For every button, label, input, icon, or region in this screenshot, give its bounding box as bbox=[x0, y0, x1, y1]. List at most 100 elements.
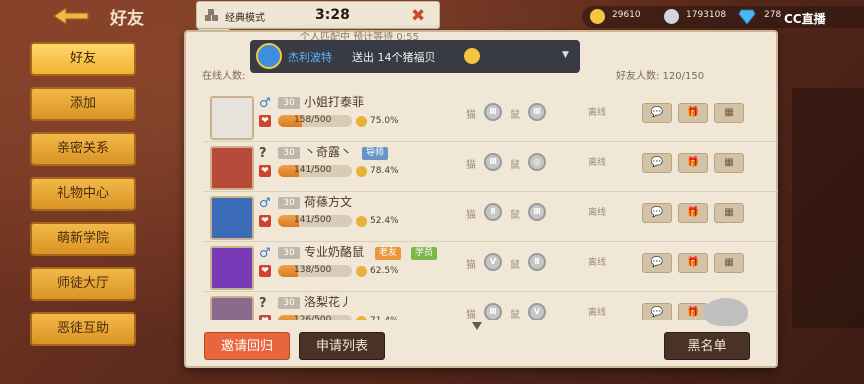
win-rate: 62.5% bbox=[370, 266, 399, 276]
silver-amount: 1793108 bbox=[686, 10, 727, 20]
notice-expand-icon[interactable]: ▼ bbox=[562, 50, 569, 60]
cat-rank-icon: Ⅲ bbox=[484, 153, 502, 171]
nav-item-0[interactable]: 好友 bbox=[30, 42, 136, 76]
win-rate: 52.4% bbox=[370, 216, 399, 226]
cat-rank-icon: Ⅱ bbox=[484, 203, 502, 221]
cancel-match-icon[interactable]: ✖ bbox=[411, 6, 425, 26]
win-rate-icon bbox=[356, 166, 367, 177]
level-badge: 30 bbox=[278, 247, 300, 259]
gender-icon: ? bbox=[259, 146, 267, 161]
mouse-rank-icon: Ⅲ bbox=[528, 103, 546, 121]
friend-name: 专业奶酪鼠 bbox=[304, 245, 365, 259]
level-badge: 30 bbox=[278, 197, 300, 209]
win-rate-icon bbox=[356, 116, 367, 127]
friend-avatar[interactable] bbox=[210, 146, 254, 190]
mouse-rank-icon: Ⅴ bbox=[528, 303, 546, 320]
back-arrow-icon[interactable] bbox=[52, 6, 92, 26]
background-decoration bbox=[792, 88, 864, 328]
win-rate: 71.4% bbox=[370, 316, 399, 320]
mouse-label: 鼠 bbox=[510, 160, 520, 171]
intimacy-icon: ❤ bbox=[259, 165, 271, 177]
match-mode-box: 经典模式 3:28 ✖ bbox=[196, 1, 440, 29]
chat-icon[interactable]: 💬 bbox=[642, 303, 672, 320]
mode-label: 经典模式 bbox=[225, 13, 265, 24]
mouse-rank-icon: Ⅱ bbox=[528, 253, 546, 271]
invite-team-icon[interactable]: ▦ bbox=[714, 103, 744, 123]
cat-label: 猫 bbox=[466, 310, 476, 320]
exp-text: 141/500 bbox=[294, 165, 332, 175]
friend-row[interactable]: ♂ 30 小姐打泰菲 ❤ 158/500 75.0% 猫 Ⅲ 鼠 Ⅲ 离线 💬 … bbox=[204, 92, 778, 142]
intimacy-icon: ❤ bbox=[259, 115, 271, 127]
gift-button-icon[interactable]: 🎁 bbox=[678, 103, 708, 123]
friend-avatar[interactable] bbox=[210, 296, 254, 320]
friend-list: ♂ 30 小姐打泰菲 ❤ 158/500 75.0% 猫 Ⅲ 鼠 Ⅲ 离线 💬 … bbox=[204, 92, 778, 320]
gift-notice-banner[interactable]: 杰利波特 送出 14个猪福贝 ▼ bbox=[250, 40, 580, 73]
mouse-label: 鼠 bbox=[510, 110, 520, 121]
gift-button-icon[interactable]: 🎁 bbox=[678, 253, 708, 273]
diamond-amount: 278 bbox=[764, 10, 782, 20]
match-timer: 3:28 bbox=[315, 7, 350, 23]
friend-row[interactable]: ? 30 洛梨花丿 ❤ 126/500 71.4% 猫 Ⅲ 鼠 Ⅴ 离线 💬 🎁… bbox=[204, 292, 778, 320]
gender-icon: ♂ bbox=[259, 196, 271, 211]
chat-icon[interactable]: 💬 bbox=[642, 253, 672, 273]
silver-coin-icon bbox=[664, 9, 679, 24]
gift-button-icon[interactable]: 🎁 bbox=[678, 153, 708, 173]
gender-icon: ♂ bbox=[259, 246, 271, 261]
notice-sender: 杰利波特 bbox=[288, 51, 332, 64]
invite-return-button[interactable]: 邀请回归 bbox=[204, 332, 290, 360]
mouse-label: 鼠 bbox=[510, 260, 520, 271]
nav-item-4[interactable]: 萌新学院 bbox=[30, 222, 136, 256]
notice-avatar-icon bbox=[256, 43, 282, 69]
invite-team-icon[interactable]: ▦ bbox=[714, 203, 744, 223]
chat-icon[interactable]: 💬 bbox=[642, 153, 672, 173]
nav-item-3[interactable]: 礼物中心 bbox=[30, 177, 136, 211]
cat-rank-icon: Ⅴ bbox=[484, 253, 502, 271]
friend-name: 丶奇露丶 bbox=[304, 145, 353, 159]
mouse-label: 鼠 bbox=[510, 310, 520, 320]
friend-name: 洛梨花丿 bbox=[304, 295, 353, 309]
nav-item-2[interactable]: 亲密关系 bbox=[30, 132, 136, 166]
scroll-down-icon[interactable] bbox=[472, 322, 482, 330]
invite-team-icon[interactable]: ▦ bbox=[714, 253, 744, 273]
gold-amount: 29610 bbox=[612, 10, 641, 20]
chat-icon[interactable]: 💬 bbox=[642, 203, 672, 223]
gift-button-icon[interactable]: 🎁 bbox=[678, 203, 708, 223]
chat-icon[interactable]: 💬 bbox=[642, 103, 672, 123]
online-status: 离线 bbox=[588, 208, 607, 218]
apply-list-button[interactable]: 申请列表 bbox=[299, 332, 385, 360]
friend-avatar[interactable] bbox=[210, 196, 254, 240]
level-badge: 30 bbox=[278, 147, 300, 159]
gender-icon: ♂ bbox=[259, 96, 271, 111]
online-status: 离线 bbox=[588, 258, 607, 268]
friend-avatar[interactable] bbox=[210, 246, 254, 290]
exp-text: 158/500 bbox=[294, 115, 332, 125]
invite-team-icon[interactable]: ▦ bbox=[714, 153, 744, 173]
mode-icon bbox=[205, 9, 218, 21]
cat-rank-icon: Ⅲ bbox=[484, 103, 502, 121]
mouse-mascot bbox=[704, 298, 748, 326]
nav-item-5[interactable]: 师徒大厅 bbox=[30, 267, 136, 301]
blacklist-button[interactable]: 黑名单 bbox=[664, 332, 750, 360]
cat-label: 猫 bbox=[466, 210, 476, 221]
friend-row[interactable]: ♂ 30 荷蓧方文 ❤ 141/500 52.4% 猫 Ⅱ 鼠 Ⅲ 离线 💬 🎁… bbox=[204, 192, 778, 242]
friend-tag: 学员 bbox=[411, 247, 438, 260]
friend-avatar[interactable] bbox=[210, 96, 254, 140]
notice-message: 送出 14个猪福贝 bbox=[352, 51, 436, 64]
intimacy-icon: ❤ bbox=[259, 265, 271, 277]
page-title: 好友 bbox=[110, 9, 144, 29]
gold-coin-icon bbox=[590, 9, 605, 24]
exp-text: 141/500 bbox=[294, 215, 332, 225]
nav-item-6[interactable]: 恶徒互助 bbox=[30, 312, 136, 346]
friend-row[interactable]: ♂ 30 专业奶酪鼠 老友 学员 ❤ 138/500 62.5% 猫 Ⅴ 鼠 Ⅱ … bbox=[204, 242, 778, 292]
level-badge: 30 bbox=[278, 297, 300, 309]
online-status: 离线 bbox=[588, 108, 607, 118]
friend-row[interactable]: ? 30 丶奇露丶 导师 ❤ 141/500 78.4% 猫 Ⅲ 鼠 ◎ 离线 … bbox=[204, 142, 778, 192]
cat-rank-icon: Ⅲ bbox=[484, 303, 502, 320]
exp-text: 126/500 bbox=[294, 315, 332, 320]
nav-item-1[interactable]: 添加 bbox=[30, 87, 136, 121]
online-status: 离线 bbox=[588, 308, 607, 318]
exp-text: 138/500 bbox=[294, 265, 332, 275]
gender-icon: ? bbox=[259, 296, 267, 311]
win-rate: 78.4% bbox=[370, 166, 399, 176]
online-status: 离线 bbox=[588, 158, 607, 168]
